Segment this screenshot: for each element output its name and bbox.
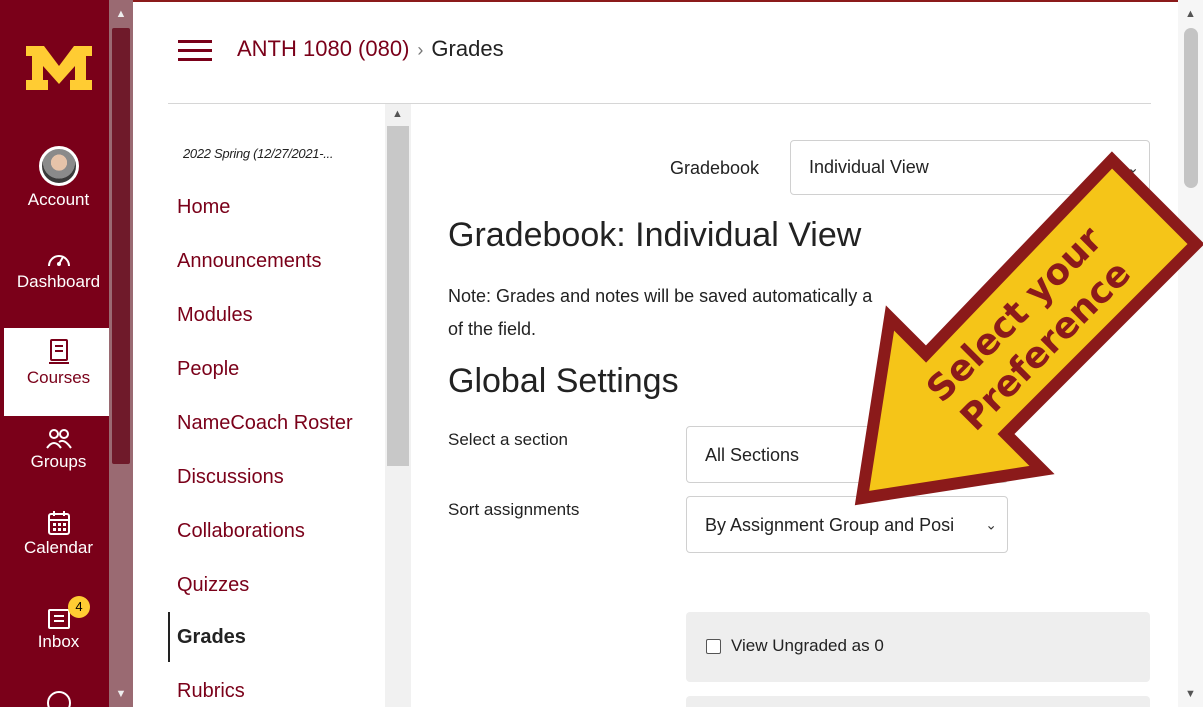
course-nav-announcements[interactable]: Announcements: [177, 250, 322, 273]
ungraded-option-panel: View Ungraded as 0: [686, 612, 1150, 682]
groups-icon: [45, 429, 72, 449]
course-nav-discussions[interactable]: Discussions: [177, 466, 284, 489]
nav-item-label: Dashboard: [16, 272, 101, 291]
gradebook-label: Gradebook: [670, 158, 760, 178]
nav-item-label: Calendar: [24, 538, 93, 557]
section-select-value: All Sections: [705, 445, 800, 465]
nav-item-label: Courses: [26, 368, 91, 387]
sort-select-value: By Assignment Group and Posi: [705, 515, 955, 535]
courses-icon: [48, 339, 69, 364]
breadcrumb-current: Grades: [431, 36, 504, 61]
course-nav-quizzes[interactable]: Quizzes: [177, 574, 249, 597]
calendar-icon: [47, 511, 70, 535]
section-select[interactable]: All Sections ⌄: [686, 426, 1008, 483]
unread-badge: 4: [68, 596, 90, 618]
next-option-panel: [686, 696, 1150, 707]
scroll-up-icon[interactable]: ▲: [115, 8, 127, 20]
scroll-down-icon[interactable]: ▼: [1185, 688, 1196, 700]
scroll-thumb[interactable]: [112, 28, 130, 464]
nav-item-help[interactable]: [4, 690, 113, 707]
scroll-up-icon[interactable]: ▲: [1185, 8, 1196, 20]
nav-item-label: Account: [27, 190, 90, 209]
course-nav-collaborations[interactable]: Collaborations: [177, 520, 305, 543]
nav-item-dashboard[interactable]: Dashboard: [4, 248, 113, 292]
scroll-up-icon[interactable]: ▲: [392, 108, 403, 120]
active-indicator: [168, 612, 170, 662]
section-label: Select a section: [448, 430, 569, 449]
global-nav: Account Dashboard Courses Groups Calenda…: [0, 0, 133, 707]
course-nav-scrollbar[interactable]: ▲: [385, 104, 411, 707]
view-ungraded-checkbox[interactable]: [706, 638, 721, 654]
note-line-2: of the field.: [448, 319, 537, 339]
nav-item-courses[interactable]: Courses: [4, 328, 113, 416]
chevron-down-icon: ⌄: [1127, 159, 1139, 175]
course-nav-home[interactable]: Home: [177, 196, 230, 219]
global-nav-column: Account Dashboard Courses Groups Calenda…: [4, 0, 113, 707]
sort-select[interactable]: By Assignment Group and Posi ⌄: [686, 496, 1008, 553]
scroll-thumb[interactable]: [1184, 28, 1198, 188]
chevron-down-icon: ⌄: [985, 446, 997, 462]
view-ungraded-option[interactable]: View Ungraded as 0: [706, 636, 884, 656]
gradebook-view-value: Individual View: [809, 157, 929, 177]
nav-item-account[interactable]: Account: [4, 146, 113, 210]
course-nav-namecoach-roster[interactable]: NameCoach Roster: [177, 412, 353, 435]
nav-item-label: Groups: [30, 452, 87, 471]
course-nav-modules[interactable]: Modules: [177, 304, 253, 327]
chevron-down-icon: ⌄: [985, 516, 997, 532]
course-nav-grades[interactable]: Grades: [177, 626, 246, 649]
sort-label: Sort assignments: [448, 500, 580, 519]
global-nav-scrollbar[interactable]: ▲ ▼: [109, 0, 133, 707]
course-nav: 2022 Spring (12/27/2021-... Home Announc…: [168, 104, 413, 707]
note-line-1: Note: Grades and notes will be saved aut…: [448, 286, 873, 306]
help-icon: [46, 691, 71, 707]
scroll-thumb[interactable]: [387, 126, 409, 466]
menu-toggle-icon[interactable]: [178, 40, 212, 64]
university-logo-icon[interactable]: [24, 44, 94, 92]
main-content: Gradebook Individual View ⌄ Gradebook: I…: [448, 104, 1168, 707]
window-top-border: [0, 0, 1203, 2]
inbox-icon: [47, 609, 70, 629]
breadcrumb-separator: ›: [417, 40, 424, 60]
nav-item-label: Inbox: [37, 632, 80, 651]
scroll-down-icon[interactable]: ▼: [115, 688, 127, 700]
dashboard-icon: [47, 255, 70, 267]
avatar: [38, 146, 79, 186]
gradebook-view-select[interactable]: Individual View ⌄: [790, 140, 1150, 195]
term-label: 2022 Spring (12/27/2021-...: [183, 146, 334, 161]
nav-item-calendar[interactable]: Calendar: [4, 510, 113, 558]
breadcrumb: ANTH 1080 (080) › Grades: [237, 36, 504, 62]
course-nav-rubrics[interactable]: Rubrics: [177, 680, 245, 703]
view-ungraded-label: View Ungraded as 0: [731, 636, 884, 655]
autosave-note: Note: Grades and notes will be saved aut…: [448, 280, 1008, 346]
breadcrumb-course-link[interactable]: ANTH 1080 (080): [237, 36, 409, 61]
global-settings-heading: Global Settings: [448, 362, 679, 400]
nav-item-inbox[interactable]: 4 Inbox: [4, 596, 113, 652]
page-title: Gradebook: Individual View: [448, 216, 862, 254]
course-nav-people[interactable]: People: [177, 358, 239, 381]
page-scrollbar[interactable]: ▲ ▼: [1178, 0, 1203, 707]
nav-item-groups[interactable]: Groups: [4, 428, 113, 472]
